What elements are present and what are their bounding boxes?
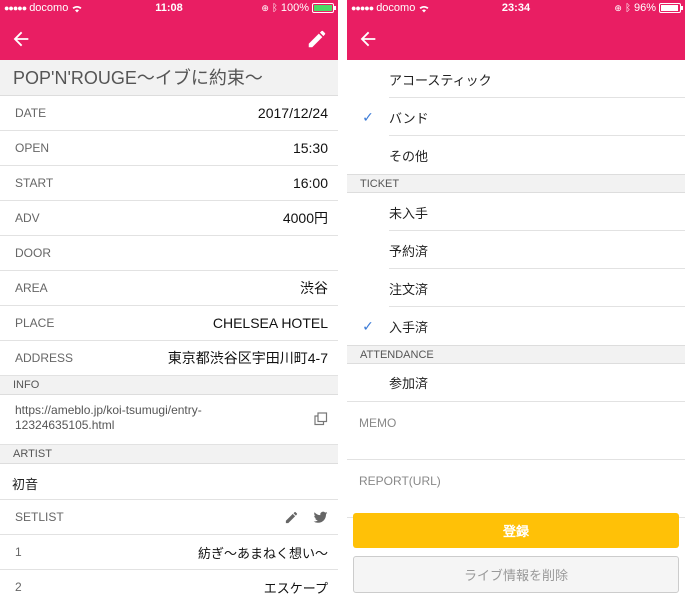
screen-divider — [338, 0, 347, 600]
song-number: 1 — [15, 545, 22, 559]
field-address: ADDRESS 東京都渋谷区宇田川町4-7 — [0, 341, 338, 376]
ticket-option-reserved[interactable]: 予約済 — [347, 231, 685, 269]
option-label: アコースティック — [389, 72, 492, 88]
field-place: PLACE CHELSEA HOTEL — [0, 306, 338, 341]
song-title: 紡ぎ〜あまねく想い〜 — [197, 545, 328, 561]
option-label: 入手済 — [389, 319, 429, 335]
field-label: PLACE — [15, 316, 55, 330]
field-label: ADDRESS — [15, 351, 74, 365]
app-toolbar — [0, 18, 338, 60]
field-label: DOOR — [15, 246, 51, 260]
setlist-label: SETLIST — [15, 510, 64, 524]
ticket-option-not-obtained[interactable]: 未入手 — [347, 193, 685, 231]
app-toolbar — [347, 18, 685, 60]
delete-live-button[interactable]: ライブ情報を削除 — [353, 556, 679, 593]
option-label: バンド — [389, 110, 429, 126]
memo-field[interactable]: MEMO — [347, 402, 685, 460]
field-label: DATE — [15, 106, 47, 120]
live-detail-screen: ●●●●● docomo 11:08 ⊕ ᛒ 100% POP'N'ROUGE〜イ… — [0, 0, 338, 600]
field-open: OPEN 15:30 — [0, 131, 338, 166]
field-door: DOOR — [0, 236, 338, 271]
field-value: 4000円 — [282, 210, 328, 226]
info-url-row[interactable]: https://ameblo.jp/koi-tsumugi/entry-1232… — [0, 395, 338, 445]
info-url-link[interactable]: https://ameblo.jp/koi-tsumugi/entry-1232… — [15, 403, 285, 433]
status-bar: ●●●●● docomo 11:08 ⊕ ᛒ 100% — [0, 0, 338, 18]
field-start: START 16:00 — [0, 166, 338, 201]
setlist-header-row: SETLIST — [0, 500, 338, 535]
twitter-icon[interactable] — [313, 510, 328, 525]
song-title: エスケープ — [263, 580, 328, 596]
artist-name: 初音 — [0, 464, 338, 500]
ticket-section-header: TICKET — [347, 174, 685, 193]
checkmark-icon: ✓ — [362, 317, 374, 334]
genre-option-band[interactable]: ✓ バンド — [347, 98, 685, 136]
open-external-icon[interactable] — [314, 412, 328, 426]
option-label: 未入手 — [389, 205, 429, 221]
lock-rotation-icon: ⊕ — [261, 2, 269, 13]
live-title: POP'N'ROUGE〜イブに約束〜 — [0, 60, 338, 96]
option-label: その他 — [389, 148, 429, 164]
genre-option-other[interactable]: その他 — [347, 136, 685, 174]
setlist-item: 1 紡ぎ〜あまねく想い〜 — [0, 535, 338, 570]
info-section-header: INFO — [0, 376, 338, 395]
register-button[interactable]: 登録 — [353, 513, 679, 548]
option-label: 参加済 — [389, 376, 429, 391]
field-date: DATE 2017/12/24 — [0, 96, 338, 131]
checkmark-icon: ✓ — [362, 108, 374, 125]
artist-section-header: ARTIST — [0, 445, 338, 464]
battery-icon — [312, 3, 336, 13]
field-value: 東京都渋谷区宇田川町4-7 — [167, 350, 328, 366]
field-label: ADV — [15, 211, 40, 225]
battery-icon — [659, 3, 683, 13]
field-value: 16:00 — [292, 175, 328, 191]
bluetooth-icon: ᛒ — [271, 2, 278, 14]
field-adv: ADV 4000円 — [0, 201, 338, 236]
attendance-section-header: ATTENDANCE — [347, 345, 685, 364]
setlist-item: 2 エスケープ — [0, 570, 338, 600]
back-arrow-icon[interactable] — [10, 28, 32, 50]
attendance-option-attended[interactable]: 参加済 — [347, 364, 685, 402]
ticket-option-ordered[interactable]: 注文済 — [347, 269, 685, 307]
field-value: 2017/12/24 — [257, 105, 328, 121]
genre-option-acoustic[interactable]: アコースティック — [347, 60, 685, 98]
battery-percent: 100% — [280, 2, 309, 14]
field-area: AREA 渋谷 — [0, 271, 338, 306]
back-arrow-icon[interactable] — [357, 28, 379, 50]
field-value: CHELSEA HOTEL — [212, 315, 328, 331]
status-bar: ●●●●● docomo 23:34 ⊕ ᛒ 96% — [347, 0, 685, 18]
battery-percent: 96% — [633, 2, 656, 14]
field-value: 15:30 — [292, 140, 328, 156]
edit-setlist-pencil-icon[interactable] — [284, 510, 299, 525]
lock-rotation-icon: ⊕ — [614, 2, 622, 13]
option-label: 予約済 — [389, 243, 429, 259]
song-number: 2 — [15, 580, 22, 594]
field-label: START — [15, 176, 54, 190]
field-label: OPEN — [15, 141, 50, 155]
ticket-option-obtained[interactable]: ✓ 入手済 — [347, 307, 685, 345]
option-label: 注文済 — [389, 281, 429, 297]
field-value: 渋谷 — [300, 280, 328, 296]
live-edit-screen: ●●●●● docomo 23:34 ⊕ ᛒ 96% アコースティック ✓ バンド … — [347, 0, 685, 600]
bluetooth-icon: ᛒ — [624, 2, 631, 14]
report-url-field[interactable]: REPORT(URL) — [347, 460, 685, 518]
edit-pencil-icon[interactable] — [306, 28, 328, 50]
field-label: AREA — [15, 281, 48, 295]
